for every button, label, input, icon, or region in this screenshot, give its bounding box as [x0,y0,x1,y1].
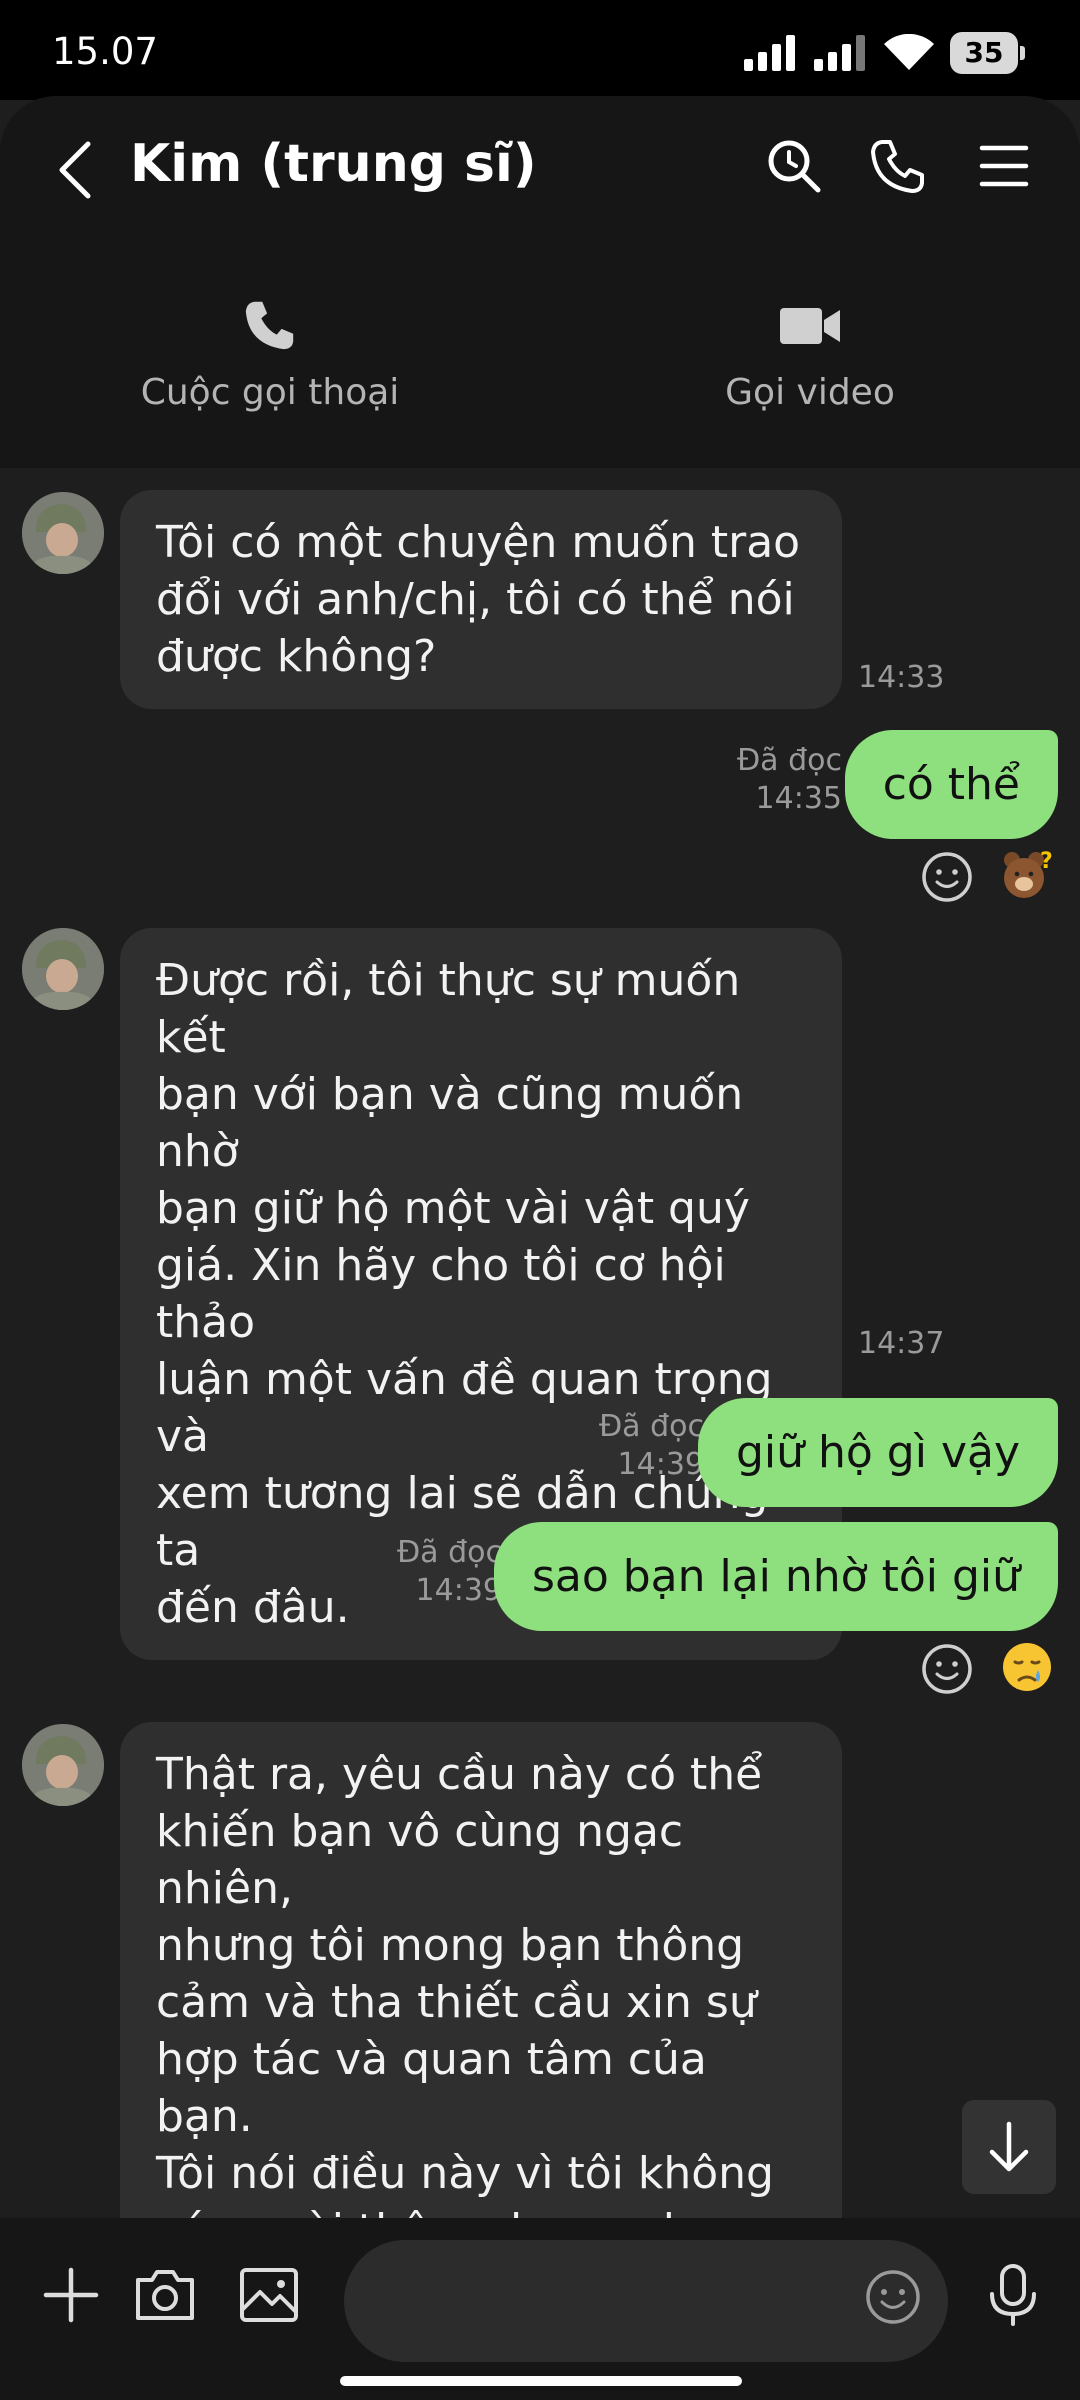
message-timestamp: 14:39 [415,1573,502,1608]
voice-call-button[interactable]: Cuộc gọi thoại [90,296,450,413]
read-status: Đã đọc [598,1409,704,1444]
status-time: 15.07 [52,30,158,73]
contact-avatar[interactable] [22,492,104,574]
outgoing-message-bubble[interactable]: có thể [844,730,1058,839]
emoji-icon[interactable] [864,2268,922,2326]
video-camera-icon [780,308,840,344]
call-options: Cuộc gọi thoại Gọi video [0,296,1080,436]
gallery-icon[interactable] [236,2262,302,2328]
message-input-bar [0,2218,1080,2400]
sad-face-emoji-icon[interactable] [1000,1640,1054,1694]
chat-messages[interactable]: Tôi có một chuyện muốn trao đổi với anh/… [0,468,1080,2218]
incoming-message-bubble[interactable]: Thật ra, yêu cầu này có thể khiến bạn vô… [120,1722,842,2218]
contact-name[interactable]: Kim (trung sĩ) [130,134,537,194]
arrow-down-icon [989,2121,1029,2172]
add-reaction-smiley-icon[interactable] [920,850,974,904]
message-text: Tôi có một chuyện muốn trao đổi với anh/… [156,517,801,682]
search-icon[interactable] [764,136,824,196]
phone-filled-icon [245,301,294,350]
soldier-avatar-icon [22,928,104,1010]
contact-avatar[interactable] [22,928,104,1010]
status-bar: 15.07 35 [0,0,1080,100]
message-text: sao bạn lại nhờ tôi giữ [531,1551,1020,1602]
message-input[interactable] [344,2240,948,2362]
wifi-icon [884,34,934,70]
video-call-label: Gọi video [725,372,895,413]
svg-text:?: ? [1040,849,1053,874]
scroll-to-bottom-button[interactable] [962,2100,1056,2194]
phone-icon[interactable] [868,136,928,196]
signal-icon [744,35,795,71]
message-text: có thể [882,759,1020,810]
read-receipt: Đã đọc 14:35 [737,742,842,818]
home-indicator [340,2376,742,2386]
contact-avatar[interactable] [22,1724,104,1806]
chat-header: Kim (trung sĩ) Cuộc gọi thoại Gọi video [0,96,1080,468]
message-timestamp: 14:35 [755,781,842,816]
camera-icon[interactable] [132,2262,198,2328]
message-timestamp: 14:39 [617,1447,704,1482]
signal-icon-2 [814,35,865,71]
message-timestamp: 14:37 [858,1326,945,1361]
microphone-icon[interactable] [980,2262,1046,2328]
outgoing-message-bubble[interactable]: sao bạn lại nhờ tôi giữ [493,1522,1058,1631]
message-text: giữ hộ gì vậy [735,1427,1020,1478]
message-timestamp: 14:33 [858,660,945,695]
read-receipt: Đã đọc 14:39 [397,1534,502,1610]
soldier-avatar-icon [22,492,104,574]
add-reaction-smiley-icon[interactable] [920,1642,974,1696]
message-text: Thật ra, yêu cầu này có thể khiến bạn vô… [156,1749,774,2218]
read-receipt: Đã đọc 14:39 [599,1408,704,1484]
read-status: Đã đọc [736,743,842,778]
soldier-avatar-icon [22,1724,104,1806]
video-call-button[interactable]: Gọi video [630,296,990,413]
voice-call-label: Cuộc gọi thoại [140,372,400,413]
battery-indicator: 35 [950,32,1025,74]
read-status: Đã đọc [396,1535,502,1570]
status-icons: 35 [744,30,1025,76]
back-arrow-icon[interactable] [50,140,100,200]
outgoing-message-bubble[interactable]: giữ hộ gì vậy [697,1398,1058,1507]
plus-icon[interactable] [38,2262,104,2328]
incoming-message-bubble[interactable]: Tôi có một chuyện muốn trao đổi với anh/… [120,490,842,709]
menu-icon[interactable] [974,136,1034,196]
bear-confused-sticker-icon[interactable]: ? [1000,848,1054,902]
